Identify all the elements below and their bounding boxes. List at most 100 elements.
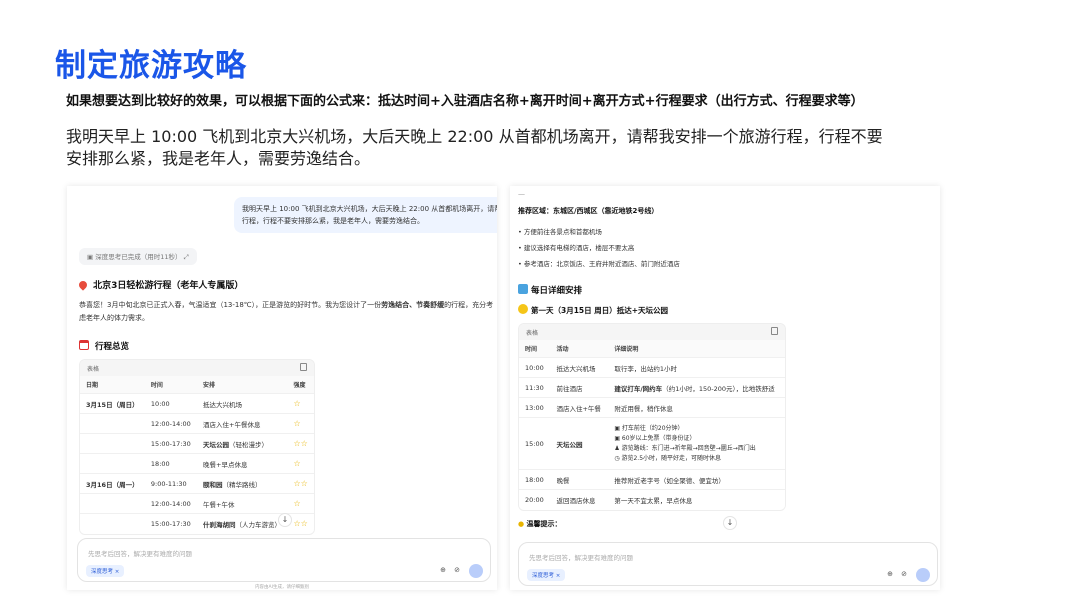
ticket-icon: ▣ [614,434,622,442]
detail-line: ◷ 游览2.5小时，随平好走，可随时休息 [614,454,779,464]
detail-line: ▣ 打车前往（约20分钟） [614,424,779,434]
cell-time: 11:30 [519,377,551,398]
table-row: 11:30 前往酒店 建议打车/网约车（约1小时，150-200元），比地铁舒适 [519,377,785,398]
cell-date [80,453,145,474]
attach-icon[interactable]: ⊘ [901,570,907,578]
cell-activity: 天坛公园 [550,417,609,470]
copy-icon[interactable] [300,363,307,371]
detail-line-text: 60岁以上免票（带身份证） [621,434,696,442]
table-header-bar: 表格 [519,324,785,340]
area-value: 东城区/西城区（靠近地铁2号线） [553,207,659,215]
detail-line-text: 游览路线：东门进→祈年殿→回音壁→圜丘→西门出 [621,444,756,452]
list-item: • 方便前往各景点和首都机场 [518,228,602,236]
chat-input-box[interactable]: 先思考后回答，解决更有难度的问题 深度思考 × ⊕ ⊘ [518,542,938,586]
cell-time: 10:00 [144,393,198,414]
cell-date [80,413,145,434]
overview-table: 日期 时间 安排 强度 3月15日（周日） 10:00 抵达大兴机场 ☆ 12:00-… [80,376,314,534]
table-label: 表格 [87,366,100,373]
cell-time: 18:00 [144,453,198,474]
attach-icon[interactable]: ⊘ [454,566,460,574]
table-row: 12:00-14:00 午餐+午休 ☆ [80,493,314,514]
col-time: 时间 [144,376,198,394]
formula-text: 如果想要达到比较好的效果，可以根据下面的公式来：抵达时间+入驻酒店名称+离开时间… [66,94,864,109]
area-recommendation: 推荐区域：东城区/西城区（靠近地铁2号线） [518,206,658,216]
chat-screenshot-left: 我明天早上 10:00 飞机到北京大兴机场，大后天晚上 22:00 从首都机场离… [67,186,497,590]
cell-stars: ☆ [287,493,314,514]
tips-heading: ● 温馨提示： [518,519,562,529]
item-name: 天坛公园 [203,440,230,449]
overview-title: 行程总览 [94,342,129,352]
intro-text-a: 恭喜您！3月中旬北京已正式入春，气温适宜（13-18℃），正是游览的好时节。我为… [79,301,382,309]
bullet-text: 方便前往各景点和首都机场 [523,228,602,236]
cell-detail: ▣ 打车前往（约20分钟） ▣ 60岁以上免票（带身份证） ♟ 游览路线：东门进… [608,417,785,470]
scroll-down-button[interactable]: ↓ [723,516,737,530]
think-chip-label: 深度思考已完成（用时11秒） [95,253,182,261]
chat-input-placeholder: 先思考后回答，解决更有难度的问题 [88,550,192,558]
table-header-bar: 表格 [80,360,314,376]
send-button[interactable] [916,568,930,582]
deep-think-toggle[interactable]: 深度思考 × [86,565,125,577]
cell-time: 13:00 [519,397,551,418]
day1-title: 第一天（3月15日 周日）抵达+天坛公园 [531,306,669,315]
deep-think-status-chip[interactable]: ▣ 深度思考已完成（用时11秒） ⤢ [79,248,197,265]
table-row: 10:00 抵达大兴机场 取行李，出站约1小时 [519,357,785,378]
copy-icon[interactable] [771,327,778,335]
item-note: （轻松漫步） [229,440,269,449]
deep-think-toggle[interactable]: 深度思考 × [527,569,566,581]
disclaimer: 内容由AI生成，请仔细甄别 [255,585,309,590]
cell-stars: ☆☆ [287,473,314,494]
cell-detail: 推荐附近老字号（如全聚德、便宜坊） [608,469,785,490]
divider-line: — [518,190,525,198]
item-name: 什刹海胡同 [203,520,236,529]
cell-time: 12:00-14:00 [144,493,198,514]
bullet-text: 参考酒店：北京饭店、王府井附近酒店、前门附近酒店 [523,260,680,268]
send-button[interactable] [469,564,483,578]
bullet-text: 建议选择有电梯的酒店，楼层不要太高 [523,244,635,252]
item-note: （精华路线） [222,480,262,489]
day1-table-card: 表格 时间 活动 详细说明 10:00 抵达大兴机场 取行李，出站约1小时 11:3… [518,323,786,511]
smile-icon [518,304,528,314]
cell-date [80,433,145,454]
walk-icon: ♟ [614,444,622,452]
cell-stars: ☆☆ [287,433,314,454]
table-row: 18:00 晚餐+早点休息 ☆ [80,453,314,474]
page-title: 制定旅游攻略 [55,48,247,84]
detail-rest: （约1小时，150-200元），比地铁舒适 [662,384,775,393]
pin-icon [77,279,89,291]
chat-input-box[interactable]: 先思考后回答，解决更有难度的问题 深度思考 × ⊕ ⊘ [77,538,491,582]
cell-activity: 返回酒店休息 [550,489,609,510]
globe-icon[interactable]: ⊕ [887,570,893,578]
col-activity: 活动 [550,340,609,358]
scroll-down-button[interactable]: ↓ [278,513,292,527]
cell-item: 天坛公园（轻松漫步） [197,433,288,454]
cell-item: 颐和园（精华路线） [197,473,288,494]
cell-detail: 建议打车/网约车（约1小时，150-200元），比地铁舒适 [608,377,785,398]
col-date: 日期 [80,376,145,394]
cell-item: 午餐+午休 [197,493,288,514]
detail-line-text: 游览2.5小时，随平好走，可随时休息 [621,454,722,462]
intro-highlight: 劳逸结合、节奏舒缓 [381,301,445,309]
day1-heading: 第一天（3月15日 周日）抵达+天坛公园 [518,304,668,316]
cell-item: 酒店入住+午餐休息 [197,413,288,434]
taxi-icon: ▣ [614,424,622,432]
table-label: 表格 [526,330,539,337]
cell-time: 18:00 [519,469,551,490]
area-label: 推荐区域： [518,207,553,215]
table-row: 15:00-17:30 天坛公园（轻松漫步） ☆☆ [80,433,314,454]
cell-time: 20:00 [519,489,551,510]
tips-title: 温馨提示： [526,520,562,528]
cell-item: 什刹海胡同（人力车游览） [197,513,288,534]
table-row: 3月15日（周日） 10:00 抵达大兴机场 ☆ [80,393,314,414]
daily-title: 每日详细安排 [531,286,583,296]
globe-icon[interactable]: ⊕ [440,566,446,574]
cell-stars: ☆ [287,453,314,474]
col-time: 时间 [519,340,551,358]
detail-line: ♟ 游览路线：东门进→祈年殿→回音壁→圜丘→西门出 [614,444,779,454]
list-item: • 建议选择有电梯的酒店，楼层不要太高 [518,244,635,252]
detail-bold: 建议打车/网约车 [614,384,663,393]
overview-heading: 行程总览 [79,340,129,352]
cell-time: 12:00-14:00 [144,413,198,434]
cell-time: 15:00-17:30 [144,513,198,534]
cell-stars: ☆ [287,413,314,434]
user-message-bubble: 我明天早上 10:00 飞机到北京大兴机场，大后天晚上 22:00 从首都机场离… [234,197,497,233]
